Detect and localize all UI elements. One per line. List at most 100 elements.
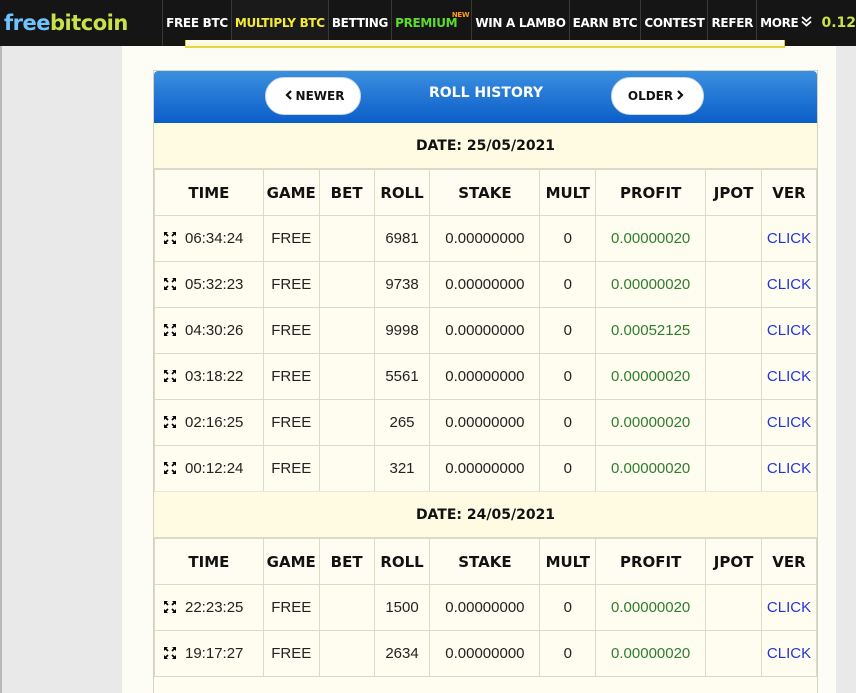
column-header-roll: ROLL bbox=[373, 538, 431, 585]
newer-button[interactable]: NEWER bbox=[265, 77, 361, 115]
table-row: 06:34:24 FREE 6981 0.00000000 0 0.00000020 CLI… bbox=[154, 215, 818, 262]
roll-history-panel: NEWER ROLL HISTORY OLDER DATE: 25/05/202… bbox=[153, 70, 818, 693]
chevron-left-icon bbox=[284, 89, 293, 104]
cell-ver[interactable]: CLICK bbox=[760, 584, 818, 631]
cell-stake: 0.00000000 bbox=[429, 584, 541, 631]
older-button[interactable]: OLDER bbox=[611, 77, 704, 115]
logo-text-bitcoin: bitcoin bbox=[49, 11, 128, 35]
column-header-bet: BET bbox=[318, 169, 375, 216]
cell-time: 05:32:23 bbox=[154, 261, 264, 308]
cell-stake: 0.00000000 bbox=[429, 630, 541, 677]
expand-arrows-icon[interactable] bbox=[163, 276, 185, 293]
cell-mult: 0 bbox=[539, 307, 597, 354]
cell-profit: 0.00000020 bbox=[595, 215, 707, 262]
cell-time: 04:30:26 bbox=[154, 307, 264, 354]
cell-roll: 265 bbox=[373, 399, 431, 446]
cell-jpot bbox=[705, 261, 762, 308]
balance-display: 0.12 bbox=[821, 15, 856, 31]
column-header-ver: VER bbox=[760, 169, 818, 216]
column-header-stake: STAKE bbox=[429, 538, 541, 585]
table-header-row: TIME GAME BET ROLL STAKE MULT PROFIT JPOT VER bbox=[154, 538, 818, 585]
cell-stake: 0.00000000 bbox=[429, 215, 541, 262]
cell-time: 19:17:27 bbox=[154, 630, 264, 677]
nav-label: FREE BTC bbox=[166, 16, 228, 30]
expand-arrows-icon[interactable] bbox=[163, 645, 185, 662]
cell-roll: 321 bbox=[373, 445, 431, 492]
time-text: 22:23:25 bbox=[185, 599, 244, 616]
expand-arrows-icon[interactable] bbox=[163, 322, 185, 339]
table-row: 02:16:25 FREE 265 0.00000000 0 0.00000020 CLIC… bbox=[154, 399, 818, 446]
expand-arrows-icon[interactable] bbox=[163, 230, 185, 247]
cell-ver[interactable]: CLICK bbox=[760, 630, 818, 677]
expand-arrows-icon[interactable] bbox=[163, 368, 185, 385]
table-row: 00:12:24 FREE 321 0.00000000 0 0.00000020 CLIC… bbox=[154, 445, 818, 492]
cell-ver[interactable]: CLICK bbox=[760, 307, 818, 354]
cell-stake: 0.00000000 bbox=[429, 353, 541, 400]
cell-game: FREE bbox=[262, 584, 320, 631]
cell-game: FREE bbox=[262, 215, 320, 262]
cell-profit: 0.00000020 bbox=[595, 261, 707, 308]
cell-ver[interactable]: CLICK bbox=[760, 261, 818, 308]
cell-ver[interactable]: CLICK bbox=[760, 353, 818, 400]
roll-history-header: NEWER ROLL HISTORY OLDER bbox=[154, 71, 817, 123]
cell-bet bbox=[318, 445, 375, 492]
cell-time: 02:16:25 bbox=[154, 399, 264, 446]
cell-stake: 0.00000000 bbox=[429, 399, 541, 446]
cell-stake: 0.00000000 bbox=[429, 445, 541, 492]
cell-game: FREE bbox=[262, 307, 320, 354]
cell-game: FREE bbox=[262, 445, 320, 492]
nav-label: PREMIUM bbox=[395, 16, 458, 30]
cell-bet bbox=[318, 261, 375, 308]
column-header-jpot: JPOT bbox=[705, 538, 762, 585]
cell-profit: 0.00000020 bbox=[595, 584, 707, 631]
expand-arrows-icon[interactable] bbox=[163, 599, 185, 616]
cell-mult: 0 bbox=[539, 215, 597, 262]
nav-label: MORE bbox=[760, 16, 799, 30]
table-row: 03:18:22 FREE 5561 0.00000000 0 0.00000020 CLI… bbox=[154, 353, 818, 400]
cell-bet bbox=[318, 399, 375, 446]
cell-ver[interactable]: CLICK bbox=[760, 399, 818, 446]
roll-history-title: ROLL HISTORY bbox=[428, 85, 543, 101]
cell-bet bbox=[318, 353, 375, 400]
cell-ver[interactable]: CLICK bbox=[760, 445, 818, 492]
nav-label: BETTING bbox=[331, 16, 389, 30]
double-chevron-down-icon bbox=[801, 16, 813, 30]
cell-bet bbox=[318, 630, 375, 677]
column-header-jpot: JPOT bbox=[705, 169, 762, 216]
cell-roll: 1500 bbox=[373, 584, 431, 631]
cell-roll: 9738 bbox=[373, 261, 431, 308]
expand-arrows-icon[interactable] bbox=[163, 460, 185, 477]
cell-jpot bbox=[705, 445, 762, 492]
left-gutter bbox=[0, 46, 2, 693]
cell-stake: 0.00000000 bbox=[429, 307, 541, 354]
cell-ver[interactable]: CLICK bbox=[760, 215, 818, 262]
cell-time: 06:34:24 bbox=[154, 215, 264, 262]
cell-jpot bbox=[705, 353, 762, 400]
site-logo[interactable]: free bitcoin bbox=[0, 0, 162, 46]
column-header-game: GAME bbox=[262, 538, 320, 585]
older-label: OLDER bbox=[627, 89, 674, 103]
cell-game: FREE bbox=[262, 353, 320, 400]
cell-roll: 6981 bbox=[373, 215, 431, 262]
cell-bet bbox=[318, 584, 375, 631]
nav-label: MULTIPLY BTC bbox=[234, 16, 325, 30]
time-text: 19:17:27 bbox=[185, 645, 244, 662]
newer-label: NEWER bbox=[295, 89, 345, 103]
cell-stake: 0.00000000 bbox=[429, 261, 541, 308]
cell-game: FREE bbox=[262, 399, 320, 446]
column-header-stake: STAKE bbox=[429, 169, 541, 216]
cell-mult: 0 bbox=[539, 399, 597, 446]
cell-mult: 0 bbox=[539, 584, 597, 631]
expand-arrows-icon[interactable] bbox=[163, 414, 185, 431]
cell-jpot bbox=[705, 630, 762, 677]
column-header-mult: MULT bbox=[539, 538, 597, 585]
column-header-profit: PROFIT bbox=[595, 169, 707, 216]
cell-roll: 9998 bbox=[373, 307, 431, 354]
cell-mult: 0 bbox=[539, 630, 597, 677]
column-header-bet: BET bbox=[318, 538, 375, 585]
logo-text-free: free bbox=[4, 11, 50, 35]
nav-label: CONTEST bbox=[644, 16, 705, 30]
date-heading: DATE: 24/05/2021 bbox=[154, 492, 817, 538]
cell-jpot bbox=[705, 584, 762, 631]
cell-profit: 0.00000020 bbox=[595, 630, 707, 677]
